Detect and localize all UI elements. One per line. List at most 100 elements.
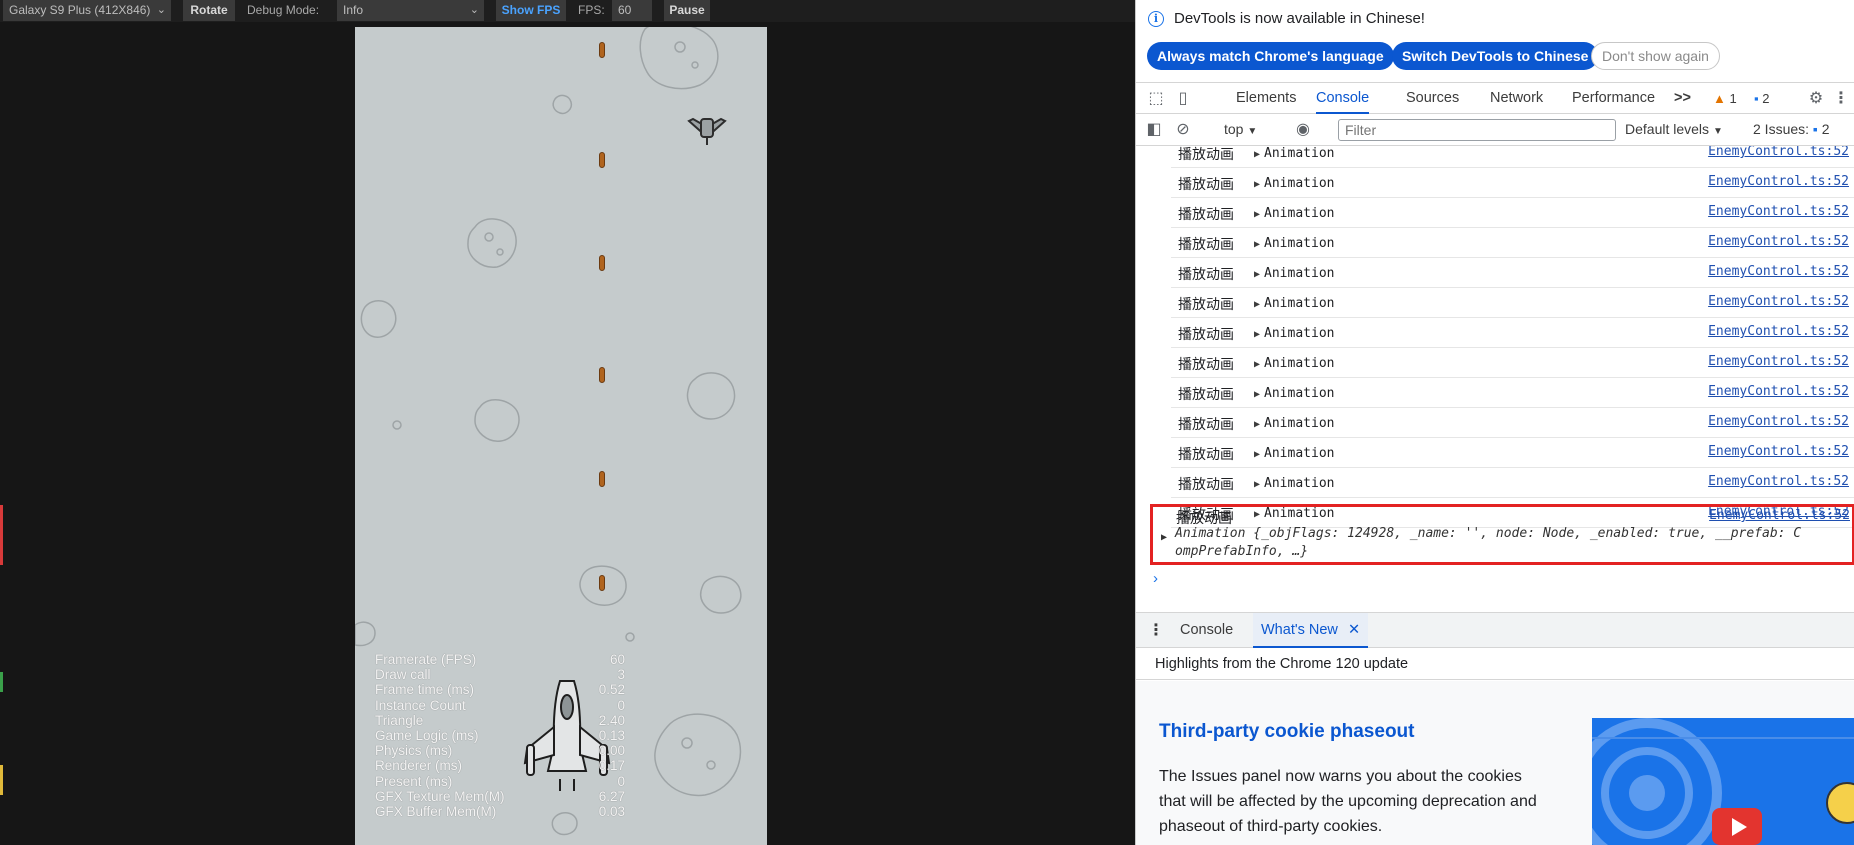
log-source-link[interactable]: EnemyControl.ts:52 <box>1708 384 1849 399</box>
drawer-tab-whats-new[interactable]: What's New ✕ <box>1253 613 1369 648</box>
rotate-button[interactable]: Rotate <box>183 0 235 21</box>
log-entry[interactable]: 播放动画 ▶ Animation EnemyControl.ts:52 <box>1171 288 1854 318</box>
tab-network[interactable]: Network <box>1490 83 1543 114</box>
log-entry[interactable]: 播放动画 ▶ Animation EnemyControl.ts:52 <box>1171 258 1854 288</box>
log-source-link[interactable]: EnemyControl.ts:52 <box>1708 204 1849 219</box>
stat-row: Physics (ms) 0.00 <box>375 743 625 758</box>
asteroid-crater <box>706 760 716 770</box>
dropdown-triangle-icon: ▼ <box>1247 126 1258 137</box>
log-source-link[interactable]: EnemyControl.ts:52 <box>1708 294 1849 309</box>
whats-new-title[interactable]: Third-party cookie phaseout <box>1159 721 1414 743</box>
game-canvas[interactable]: Framerate (FPS) 60 Draw call 3 Frame time … <box>355 27 767 845</box>
expand-triangle-icon: ▶ <box>1254 359 1261 370</box>
log-entry[interactable]: 播放动画 ▶ Animation EnemyControl.ts:52 <box>1171 468 1854 498</box>
sidebar-toggle-icon[interactable]: ◧ <box>1144 120 1164 140</box>
log-source-link[interactable]: EnemyControl.ts:52 <box>1708 146 1849 159</box>
settings-gear-icon[interactable]: ⚙ <box>1806 89 1826 109</box>
filter-input[interactable] <box>1338 119 1616 141</box>
log-message: 播放动画 <box>1178 177 1234 193</box>
log-object[interactable]: ▶ Animation <box>1254 446 1334 461</box>
more-options-icon[interactable]: ⋮ <box>1831 89 1851 109</box>
highlighted-log-entry[interactable]: 播放动画 EnemyControl.ts:52 ▶ Animation {_ob… <box>1150 504 1854 565</box>
pause-button[interactable]: Pause <box>664 0 710 21</box>
device-toolbar-icon[interactable]: ▯ <box>1173 89 1193 109</box>
stat-label: GFX Texture Mem(M) <box>375 788 505 804</box>
log-object[interactable]: ▶ Animation <box>1254 176 1334 191</box>
log-entry[interactable]: 播放动画 ▶ Animation EnemyControl.ts:52 <box>1171 348 1854 378</box>
expand-triangle-icon: ▶ <box>1254 329 1261 340</box>
stat-value: 0 <box>617 697 625 713</box>
log-message: 播放动画 <box>1178 237 1234 253</box>
default-levels-select[interactable]: Default levels ▼ <box>1625 121 1723 137</box>
expanded-object-preview[interactable]: ▶ Animation {_objFlags: 124928, _name: '… <box>1161 525 1854 561</box>
whats-new-content: Third-party cookie phaseout The Issues p… <box>1136 681 1854 845</box>
drawer-tab-console[interactable]: Console <box>1180 613 1233 648</box>
stat-label: Framerate (FPS) <box>375 652 477 667</box>
log-object[interactable]: ▶ Animation <box>1254 296 1334 311</box>
asteroid <box>392 420 402 430</box>
log-source-link[interactable]: EnemyControl.ts:52 <box>1708 264 1849 279</box>
asteroid <box>474 399 520 442</box>
asteroid-crater <box>691 61 699 69</box>
log-object[interactable]: ▶ Animation <box>1254 356 1334 371</box>
dont-show-again-button[interactable]: Don't show again <box>1591 42 1720 70</box>
issues-counter[interactable]: 2 Issues: ▪ 2 <box>1753 121 1830 137</box>
log-object[interactable]: ▶ Animation <box>1254 476 1334 491</box>
log-entry[interactable]: 播放动画 ▶ Animation EnemyControl.ts:52 <box>1171 438 1854 468</box>
messages-badge[interactable]: ▪ 2 <box>1754 91 1769 106</box>
switch-chinese-button[interactable]: Switch DevTools to Chinese <box>1392 42 1599 70</box>
log-entry[interactable]: 播放动画 ▶ Animation EnemyControl.ts:52 <box>1171 228 1854 258</box>
log-source-link[interactable]: EnemyControl.ts:52 <box>1708 414 1849 429</box>
log-object[interactable]: ▶ Animation <box>1254 236 1334 251</box>
log-source-link[interactable]: EnemyControl.ts:52 <box>1708 474 1849 489</box>
log-entry[interactable]: 播放动画 ▶ Animation EnemyControl.ts:52 <box>1171 318 1854 348</box>
asteroid <box>625 632 635 642</box>
log-source-link[interactable]: EnemyControl.ts:52 <box>1708 444 1849 459</box>
log-source-link[interactable]: EnemyControl.ts:52 <box>1708 324 1849 339</box>
console-prompt[interactable]: › <box>1153 570 1158 587</box>
match-language-button[interactable]: Always match Chrome's language <box>1147 42 1394 70</box>
log-source-link[interactable]: EnemyControl.ts:52 <box>1709 508 1850 523</box>
log-object-label: Animation <box>1264 146 1335 161</box>
log-object[interactable]: ▶ Animation <box>1254 386 1334 401</box>
log-source-link[interactable]: EnemyControl.ts:52 <box>1708 174 1849 189</box>
tab-performance[interactable]: Performance <box>1572 83 1655 114</box>
inspect-element-icon[interactable]: ⬚ <box>1146 89 1166 109</box>
log-source-link[interactable]: EnemyControl.ts:52 <box>1708 234 1849 249</box>
log-entry[interactable]: 播放动画 ▶ Animation EnemyControl.ts:52 <box>1171 198 1854 228</box>
log-entry[interactable]: 播放动画 ▶ Animation EnemyControl.ts:52 <box>1171 146 1854 168</box>
context-select[interactable]: top ▼ <box>1224 121 1257 137</box>
whats-new-illustration[interactable] <box>1592 718 1854 845</box>
device-select[interactable]: Galaxy S9 Plus (412X846) ⌄ <box>3 0 171 21</box>
tab-elements[interactable]: Elements <box>1236 83 1296 114</box>
info-icon: i <box>1148 11 1164 27</box>
expand-triangle-icon: ▶ <box>1254 209 1261 220</box>
log-entry[interactable]: 播放动画 ▶ Animation EnemyControl.ts:52 <box>1171 408 1854 438</box>
stat-label: GFX Buffer Mem(M) <box>375 804 497 820</box>
debug-mode-select[interactable]: Info ⌄ <box>337 0 484 21</box>
drawer-menu-icon[interactable]: ⋮ <box>1148 620 1164 640</box>
asteroid-crater <box>674 41 686 53</box>
warnings-badge[interactable]: ▲ 1 <box>1713 91 1737 106</box>
log-entry[interactable]: 播放动画 ▶ Animation EnemyControl.ts:52 <box>1171 378 1854 408</box>
log-object[interactable]: ▶ Animation <box>1254 146 1334 161</box>
log-object[interactable]: ▶ Animation <box>1254 326 1334 341</box>
log-object[interactable]: ▶ Animation <box>1254 416 1334 431</box>
live-expression-eye-icon[interactable]: ◉ <box>1293 120 1313 140</box>
log-entry[interactable]: 播放动画 ▶ Animation EnemyControl.ts:52 <box>1171 168 1854 198</box>
log-object[interactable]: ▶ Animation <box>1254 266 1334 281</box>
show-fps-button[interactable]: Show FPS <box>496 0 566 21</box>
tab-console[interactable]: Console <box>1316 83 1370 114</box>
more-tabs-button[interactable]: >> <box>1674 83 1691 114</box>
fps-input[interactable]: 60 <box>612 0 652 21</box>
expand-triangle-icon: ▶ <box>1254 239 1261 250</box>
tab-sources[interactable]: Sources <box>1406 83 1459 114</box>
stat-label: Game Logic (ms) <box>375 728 479 744</box>
clear-console-icon[interactable]: ⊘ <box>1173 120 1193 140</box>
stat-value: 6.27 <box>598 788 625 804</box>
log-object[interactable]: ▶ Animation <box>1254 206 1334 221</box>
log-source-link[interactable]: EnemyControl.ts:52 <box>1708 354 1849 369</box>
fps-label: FPS: <box>578 3 605 17</box>
close-icon[interactable]: ✕ <box>1348 622 1360 638</box>
asteroid-crater <box>681 737 693 749</box>
